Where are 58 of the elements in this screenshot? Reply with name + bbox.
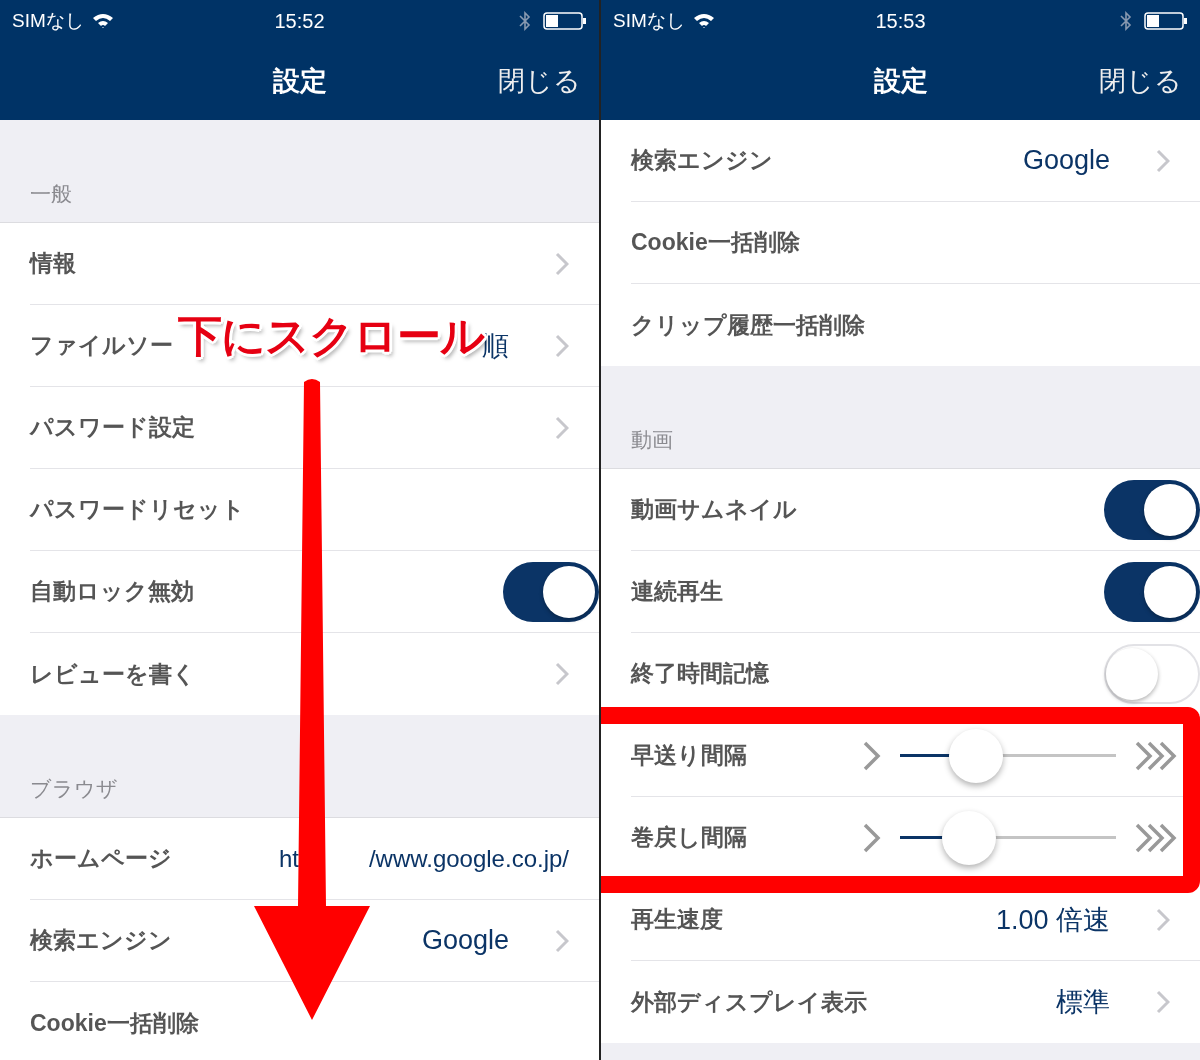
setting-label: パスワード設定 bbox=[30, 413, 195, 442]
bluetooth-icon bbox=[519, 10, 531, 32]
chevron-icon bbox=[555, 251, 569, 276]
setting-label: ファイルソー bbox=[30, 331, 173, 360]
section-header: 一般 bbox=[30, 181, 72, 207]
carrier-text: SIMなし bbox=[613, 9, 685, 33]
setting-value: /www.google.co.jp/ bbox=[368, 844, 569, 873]
chevron-icon bbox=[555, 662, 569, 686]
slider-thumb[interactable] bbox=[942, 810, 997, 865]
setting-label: Cookie一括削除 bbox=[631, 228, 800, 257]
wifi-icon bbox=[91, 13, 114, 29]
nav-title: 設定 bbox=[272, 65, 327, 98]
setting-label: レビューを書く bbox=[30, 659, 196, 689]
close-button[interactable]: 閉じる bbox=[498, 63, 581, 99]
setting-label: 情報 bbox=[30, 249, 76, 278]
toggle-switch[interactable] bbox=[503, 561, 599, 622]
setting-value: Google bbox=[421, 925, 509, 956]
status-time: 15:52 bbox=[274, 9, 325, 33]
chevron-icon bbox=[1156, 148, 1170, 173]
status-time: 15:53 bbox=[875, 9, 926, 33]
setting-label: ホームページ bbox=[30, 844, 172, 873]
setting-label: 早送り間隔 bbox=[631, 741, 747, 770]
setting-label: 再生速度 bbox=[631, 905, 723, 934]
setting-label: Cookie一括削除 bbox=[30, 1008, 199, 1038]
chevron-icon bbox=[555, 928, 569, 953]
chevron-icon bbox=[1156, 907, 1170, 932]
section-header: 動画 bbox=[631, 427, 673, 453]
chevron-icon bbox=[862, 739, 882, 772]
close-button[interactable]: 閉じる bbox=[1099, 63, 1182, 99]
battery-icon bbox=[1144, 11, 1188, 31]
setting-value: 標準 bbox=[1056, 986, 1110, 1019]
bluetooth-icon bbox=[1120, 10, 1132, 32]
setting-label: 自動ロック無効 bbox=[30, 577, 194, 606]
setting-label: 巻戻し間隔 bbox=[631, 823, 747, 852]
chevron-icon bbox=[555, 333, 569, 358]
setting-label: パスワードリセット bbox=[30, 495, 245, 524]
chevron-icon bbox=[555, 415, 569, 440]
setting-label: 検索エンジン bbox=[30, 926, 172, 955]
setting-value: Google bbox=[1022, 145, 1110, 176]
chevron-icon bbox=[862, 821, 882, 854]
slider-thumb[interactable] bbox=[948, 728, 1003, 783]
nav-title: 設定 bbox=[873, 65, 928, 98]
setting-label: 外部ディスプレイ表示 bbox=[631, 987, 867, 1017]
chevron-icon bbox=[1156, 990, 1170, 1014]
section-header: ブラウザ bbox=[30, 776, 118, 802]
setting-value: 1.00 倍速 bbox=[995, 903, 1110, 937]
setting-label: クリップ履歴一括削除 bbox=[631, 310, 865, 340]
setting-label: 動画サムネイル bbox=[631, 495, 797, 524]
carrier-text: SIMなし bbox=[12, 9, 84, 33]
setting-label: 検索エンジン bbox=[631, 146, 773, 175]
battery-icon bbox=[543, 11, 587, 31]
setting-value: ht bbox=[278, 844, 299, 873]
setting-label: 連続再生 bbox=[631, 577, 723, 606]
toggle-switch[interactable] bbox=[1104, 643, 1200, 704]
toggle-switch[interactable] bbox=[1104, 479, 1200, 540]
setting-label: 終了時間記憶 bbox=[631, 659, 769, 688]
toggle-switch[interactable] bbox=[1104, 561, 1200, 622]
wifi-icon bbox=[692, 13, 715, 29]
